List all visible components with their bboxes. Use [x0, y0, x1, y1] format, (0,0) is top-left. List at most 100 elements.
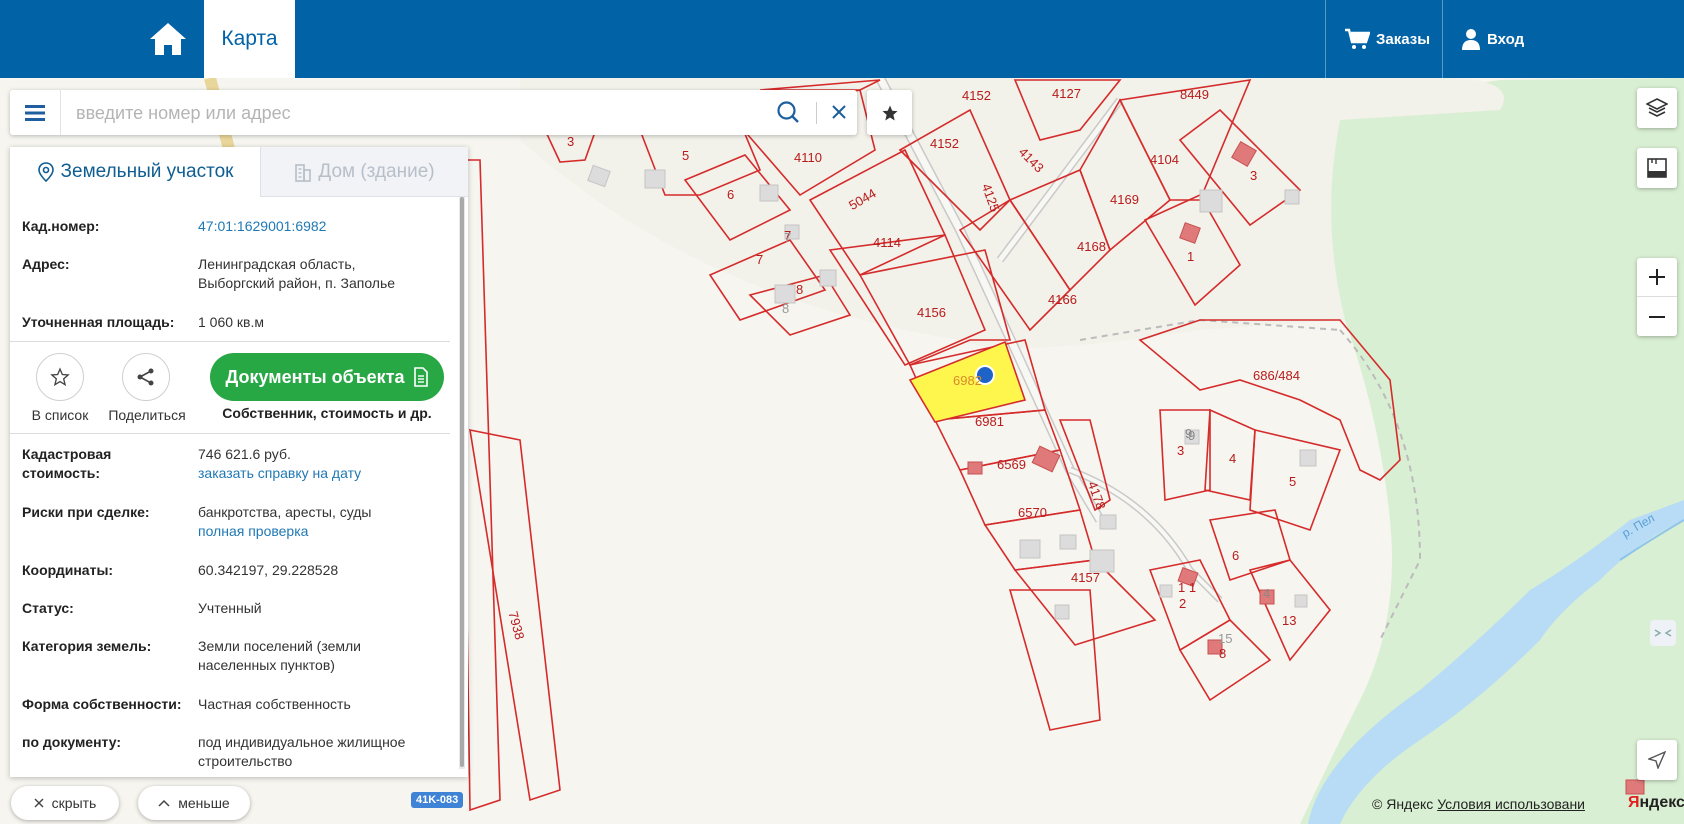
parcel-label: 4: [1263, 586, 1270, 601]
ownership-value: Частная собственность: [198, 696, 351, 712]
plus-icon: [1649, 269, 1665, 285]
parcel-label: 8: [782, 301, 789, 316]
hide-panel-button[interactable]: скрыть: [11, 786, 119, 820]
collapse-arrows-icon[interactable]: [1650, 620, 1676, 646]
tab-house[interactable]: Дом (здание): [260, 147, 468, 197]
parcel-label: 3: [1177, 443, 1184, 458]
ruler-button[interactable]: [1637, 148, 1677, 188]
star-icon: [882, 105, 897, 120]
tab-map[interactable]: Карта: [204, 0, 295, 78]
layers-button[interactable]: [1637, 88, 1677, 128]
document-icon: [413, 367, 428, 387]
documents-button[interactable]: Документы объекта: [210, 353, 444, 401]
zoom-out-button[interactable]: [1637, 297, 1677, 336]
parcel-label: 1 1: [1178, 580, 1196, 595]
layers-icon: [1646, 98, 1668, 117]
close-icon: [34, 798, 44, 808]
parcel-label: 4157: [1071, 570, 1100, 585]
parcel-label: 7: [756, 252, 763, 267]
documents-subtitle: Собственник, стоимость и др.: [222, 405, 432, 421]
parcel-label: 7938: [505, 609, 527, 641]
address-line: Ленинградская область,: [198, 256, 356, 272]
status-value: Учтенный: [198, 600, 262, 616]
search-input[interactable]: [76, 98, 776, 128]
cad-cost-value: 746 621.6 руб.: [198, 446, 291, 462]
map-attribution: © Яндекс Условия использовани: [1372, 796, 1585, 812]
parcel-label: 8: [796, 282, 803, 297]
parcel-label: 4156: [917, 305, 946, 320]
divider: [10, 341, 450, 342]
location-pin-icon: [37, 162, 54, 182]
search-icon[interactable]: [776, 100, 800, 124]
login-button[interactable]: Вход: [1442, 0, 1562, 78]
panel-scrollbar-thumb[interactable]: [460, 197, 464, 767]
parcel-label: 4114: [873, 235, 901, 250]
home-button[interactable]: [142, 14, 194, 64]
star-outline-icon: [50, 367, 70, 387]
tab-land-parcel[interactable]: Земельный участок: [10, 147, 260, 197]
parcel-label: 4152: [962, 88, 991, 103]
favorites-button[interactable]: [867, 90, 912, 135]
zoom-in-button[interactable]: [1637, 258, 1677, 297]
parcel-label: 4152: [930, 136, 959, 151]
parcel-label: 4166: [1048, 292, 1077, 307]
parcel-label: 6982: [953, 373, 982, 388]
parcel-label: 686/484: [1253, 368, 1300, 383]
ownership-label: Форма собственности:: [22, 696, 182, 712]
cad-number-label: Кад.номер:: [22, 218, 100, 234]
copyright-text: © Яндекс: [1372, 796, 1434, 812]
coordinates-label: Координаты:: [22, 562, 114, 578]
parcel-label: 4169: [1110, 192, 1139, 207]
user-icon: [1462, 29, 1480, 50]
zoom-control: [1637, 258, 1677, 336]
yandex-logo: Яндекс: [1628, 794, 1684, 812]
parcel-label: 4: [1229, 451, 1236, 466]
parcel-label: 6: [727, 187, 734, 202]
parcel-label: 4110: [794, 150, 822, 165]
parcel-label: 8: [1219, 646, 1226, 661]
coordinates-value: 60.342197, 29.228528: [198, 562, 339, 578]
parcel-label: 2: [1179, 596, 1186, 611]
parcel-label: 13: [1282, 613, 1296, 628]
parcel-label: 6981: [975, 414, 1004, 429]
by-document-value: строительство: [198, 753, 293, 769]
search-divider: [816, 102, 817, 124]
category-value: населенных пунктов): [198, 657, 335, 673]
parcel-label: 4104: [1150, 152, 1179, 167]
share-icon: [137, 368, 154, 386]
parcel-label: 1: [1187, 249, 1194, 264]
order-certificate-link[interactable]: заказать справку на дату: [198, 464, 458, 483]
share-button[interactable]: [122, 353, 170, 401]
close-icon[interactable]: [828, 101, 850, 123]
parcel-label: 6570: [1018, 505, 1047, 520]
parcel-label: 5: [682, 148, 689, 163]
share-label: Поделиться: [108, 407, 186, 423]
area-label: Уточненная площадь:: [22, 314, 175, 330]
parcel-label: 15: [1218, 631, 1232, 646]
full-check-link[interactable]: полная проверка: [198, 522, 458, 541]
home-icon: [150, 23, 186, 55]
orders-label: Заказы: [1376, 30, 1431, 48]
forest-area: [1300, 78, 1684, 824]
parcel-label: 4168: [1077, 239, 1106, 254]
road-number-badge: 41K-083: [411, 792, 464, 808]
yandex-logo-ya: Я: [1628, 794, 1640, 811]
add-to-list-button[interactable]: [36, 353, 84, 401]
navigation-arrow-icon: [1648, 751, 1666, 769]
tab-house-label: Дом (здание): [318, 160, 435, 182]
parcel-label: 9: [1188, 428, 1195, 443]
building-icon: [295, 163, 312, 182]
parcel-label: 8449: [1180, 87, 1209, 102]
orders-button[interactable]: Заказы: [1325, 0, 1441, 78]
add-to-list-label: В список: [31, 407, 89, 423]
parcel-label: 6: [1232, 548, 1239, 563]
geolocation-button[interactable]: [1637, 740, 1677, 780]
parcel-label: 3: [1250, 168, 1257, 183]
menu-button[interactable]: [10, 90, 61, 135]
status-label: Статус:: [22, 600, 74, 616]
show-less-button[interactable]: меньше: [138, 786, 250, 820]
hamburger-icon: [25, 104, 45, 121]
cad-number-link[interactable]: 47:01:1629001:6982: [198, 217, 458, 236]
terms-of-use-link[interactable]: Условия использовани: [1437, 796, 1585, 812]
login-label: Вход: [1487, 30, 1525, 48]
